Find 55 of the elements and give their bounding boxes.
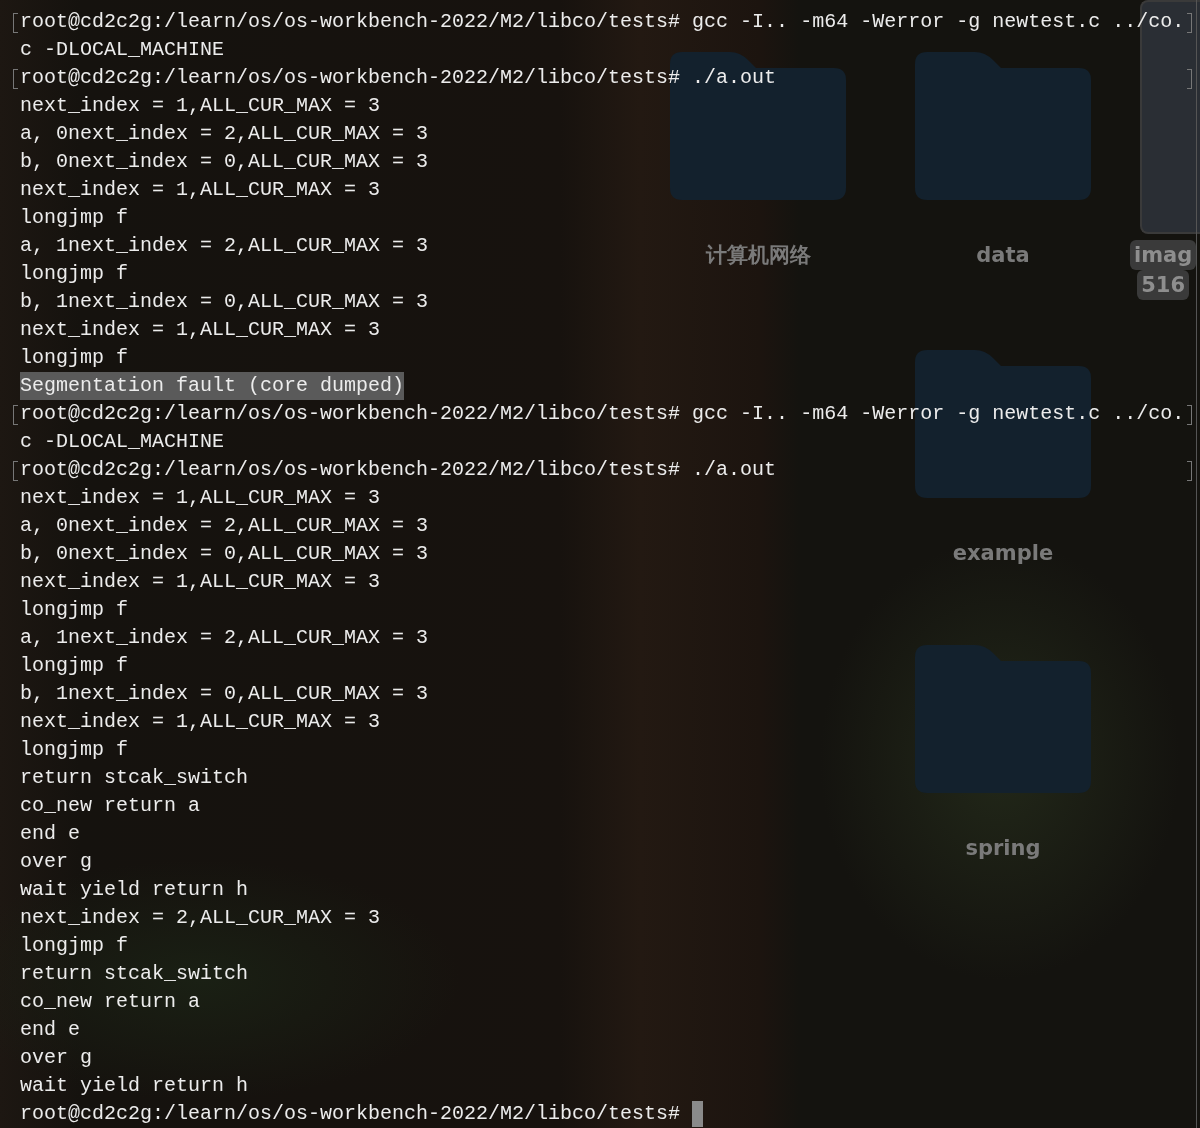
line-mark-icon bbox=[1187, 13, 1192, 33]
output-line: a, 0next_index = 2,ALL_CUR_MAX = 3 bbox=[20, 121, 429, 147]
output-line: over g bbox=[20, 849, 92, 875]
output-line: c -DLOCAL_MACHINE bbox=[20, 37, 225, 63]
output-line: longjmp f bbox=[20, 653, 129, 679]
icon-label[interactable]: data bbox=[976, 240, 1030, 270]
command-line: root@cd2c2g:/learn/os/os-workbench-2022/M2/libco/tests# bbox=[20, 1101, 681, 1127]
icon-label[interactable]: 516 bbox=[1137, 270, 1190, 300]
line-mark-icon bbox=[13, 461, 18, 481]
output-line: co_new return a bbox=[20, 989, 201, 1015]
line-mark-icon bbox=[13, 13, 18, 33]
command-line: root@cd2c2g:/learn/os/os-workbench-2022/M2/libco/tests# gcc -I.. -m64 -Werror -g newtest.c ../co. bbox=[20, 401, 1185, 427]
output-line: a, 1next_index = 2,ALL_CUR_MAX = 3 bbox=[20, 625, 429, 651]
output-line: b, 0next_index = 0,ALL_CUR_MAX = 3 bbox=[20, 541, 429, 567]
line-mark-icon bbox=[13, 69, 18, 89]
output-line: return stcak_switch bbox=[20, 765, 249, 791]
command-line: root@cd2c2g:/learn/os/os-workbench-2022/M2/libco/tests# ./a.out bbox=[20, 65, 777, 91]
output-line: a, 0next_index = 2,ALL_CUR_MAX = 3 bbox=[20, 513, 429, 539]
output-line: longjmp f bbox=[20, 597, 129, 623]
line-mark-icon bbox=[1187, 405, 1192, 425]
output-line: next_index = 1,ALL_CUR_MAX = 3 bbox=[20, 569, 381, 595]
output-line: wait yield return h bbox=[20, 877, 249, 903]
output-line: b, 1next_index = 0,ALL_CUR_MAX = 3 bbox=[20, 289, 429, 315]
output-line: wait yield return h bbox=[20, 1073, 249, 1099]
text-cursor bbox=[692, 1101, 704, 1127]
output-line: longjmp f bbox=[20, 345, 129, 371]
output-line: b, 1next_index = 0,ALL_CUR_MAX = 3 bbox=[20, 681, 429, 707]
line-mark-icon bbox=[13, 405, 18, 425]
output-line: end e bbox=[20, 821, 80, 847]
output-line: longjmp f bbox=[20, 737, 129, 763]
icon-label[interactable]: spring bbox=[965, 833, 1041, 863]
output-line: return stcak_switch bbox=[20, 961, 249, 987]
command-line: root@cd2c2g:/learn/os/os-workbench-2022/M2/libco/tests# gcc -I.. -m64 -Werror -g newtest.c ../co. bbox=[20, 9, 1185, 35]
highlighted-output: Segmentation fault (core dumped) bbox=[20, 372, 405, 400]
command-line: root@cd2c2g:/learn/os/os-workbench-2022/M2/libco/tests# ./a.out bbox=[20, 457, 777, 483]
output-line: over g bbox=[20, 1045, 92, 1071]
icon-label[interactable]: 计算机网络 bbox=[705, 240, 811, 270]
output-line: next_index = 1,ALL_CUR_MAX = 3 bbox=[20, 317, 381, 343]
line-mark-icon bbox=[1187, 69, 1192, 89]
output-line: longjmp f bbox=[20, 205, 129, 231]
output-line: next_index = 1,ALL_CUR_MAX = 3 bbox=[20, 485, 381, 511]
output-line: longjmp f bbox=[20, 933, 129, 959]
output-line: longjmp f bbox=[20, 261, 129, 287]
output-line: end e bbox=[20, 1017, 80, 1043]
output-line: next_index = 1,ALL_CUR_MAX = 3 bbox=[20, 177, 381, 203]
output-line: next_index = 2,ALL_CUR_MAX = 3 bbox=[20, 905, 381, 931]
icon-label[interactable]: imag bbox=[1130, 240, 1197, 270]
output-line: co_new return a bbox=[20, 793, 201, 819]
output-line: next_index = 1,ALL_CUR_MAX = 3 bbox=[20, 93, 381, 119]
output-line: a, 1next_index = 2,ALL_CUR_MAX = 3 bbox=[20, 233, 429, 259]
output-line: c -DLOCAL_MACHINE bbox=[20, 429, 225, 455]
output-line: b, 0next_index = 0,ALL_CUR_MAX = 3 bbox=[20, 149, 429, 175]
line-mark-icon bbox=[1187, 461, 1192, 481]
icon-label[interactable]: example bbox=[952, 538, 1054, 568]
output-line: next_index = 1,ALL_CUR_MAX = 3 bbox=[20, 709, 381, 735]
